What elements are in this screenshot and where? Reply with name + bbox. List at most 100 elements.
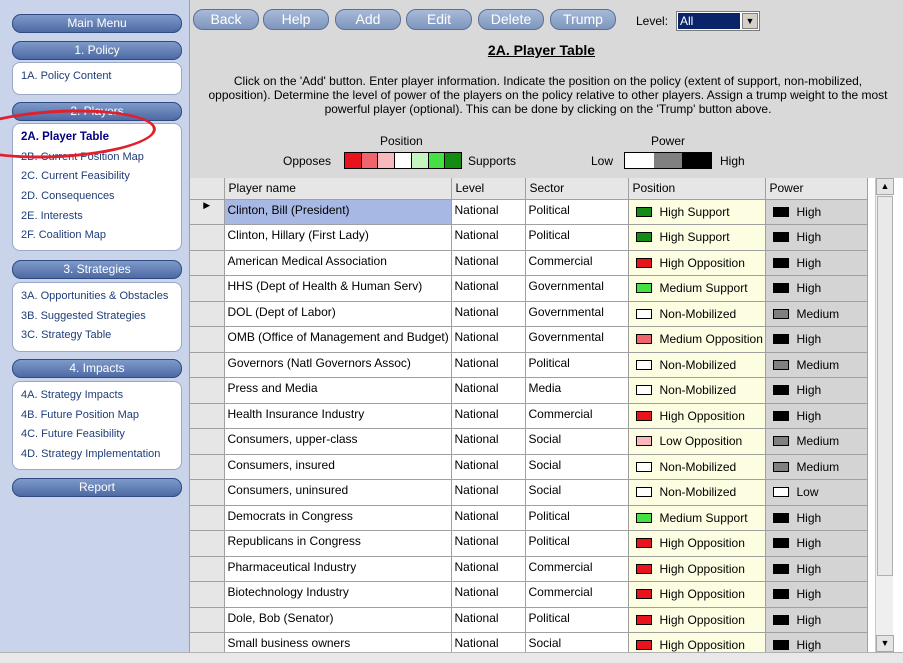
player-name-cell[interactable]: Consumers, upper-class: [224, 428, 452, 455]
sidebar-item-interests[interactable]: 2E. Interests: [21, 207, 181, 227]
edit-button[interactable]: Edit: [406, 9, 472, 30]
sidebar-item-policy-content[interactable]: 1A. Policy Content: [21, 67, 181, 87]
add-button[interactable]: Add: [335, 9, 401, 30]
level-cell[interactable]: National: [451, 581, 526, 608]
level-cell[interactable]: National: [451, 479, 526, 506]
position-cell[interactable]: Medium Support: [628, 505, 766, 531]
sidebar-item-strategy-table[interactable]: 3C. Strategy Table: [21, 326, 181, 346]
sidebar-item-opportunities-obstacles[interactable]: 3A. Opportunities & Obstacles: [21, 287, 181, 307]
row-selector[interactable]: [190, 403, 225, 429]
player-name-cell[interactable]: Republicans in Congress: [224, 530, 452, 557]
position-cell[interactable]: High Opposition: [628, 403, 766, 429]
level-cell[interactable]: National: [451, 199, 526, 225]
level-cell[interactable]: National: [451, 454, 526, 480]
row-selector[interactable]: [190, 556, 225, 582]
sector-cell[interactable]: Commercial: [525, 403, 629, 429]
power-cell[interactable]: High: [765, 632, 868, 652]
vertical-scrollbar[interactable]: ▲ ▼: [875, 178, 894, 652]
sidebar-item-current-position-map[interactable]: 2B. Current Position Map: [21, 148, 181, 168]
power-cell[interactable]: High: [765, 607, 868, 633]
position-cell[interactable]: Non-Mobilized: [628, 377, 766, 404]
power-cell[interactable]: High: [765, 581, 868, 608]
sidebar-item-consequences[interactable]: 2D. Consequences: [21, 187, 181, 207]
player-name-cell[interactable]: Consumers, insured: [224, 454, 452, 480]
player-name-cell[interactable]: Health Insurance Industry: [224, 403, 452, 429]
section-strategies-header[interactable]: 3. Strategies: [12, 260, 182, 279]
sidebar-item-suggested-strategies[interactable]: 3B. Suggested Strategies: [21, 307, 181, 327]
position-cell[interactable]: High Support: [628, 199, 766, 225]
table-row[interactable]: OMB (Office of Management and Budget) Nat…: [190, 326, 868, 353]
row-selector[interactable]: [190, 607, 225, 633]
table-row[interactable]: Republicans in Congress National Political…: [190, 530, 868, 557]
table-row[interactable]: ▶ Clinton, Bill (President) National Politi…: [190, 199, 868, 225]
player-name-cell[interactable]: OMB (Office of Management and Budget): [224, 326, 452, 353]
position-cell[interactable]: Non-Mobilized: [628, 352, 766, 378]
sidebar-item-current-feasibility[interactable]: 2C. Current Feasibility: [21, 167, 181, 187]
scroll-up-arrow-icon[interactable]: ▲: [876, 178, 894, 195]
position-cell[interactable]: High Opposition: [628, 250, 766, 276]
row-selector[interactable]: [190, 632, 225, 652]
column-header-player-name[interactable]: Player name: [224, 178, 452, 200]
row-selector[interactable]: [190, 505, 225, 531]
sector-cell[interactable]: Commercial: [525, 250, 629, 276]
scrollbar-thumb[interactable]: [877, 196, 893, 576]
position-cell[interactable]: High Support: [628, 224, 766, 251]
player-name-cell[interactable]: Small business owners: [224, 632, 452, 652]
table-row[interactable]: Consumers, uninsured National Social Non-Mo…: [190, 479, 868, 506]
position-cell[interactable]: Non-Mobilized: [628, 301, 766, 327]
position-cell[interactable]: High Opposition: [628, 556, 766, 582]
table-row[interactable]: Small business owners National Social High …: [190, 632, 868, 652]
player-name-cell[interactable]: Consumers, uninsured: [224, 479, 452, 506]
position-cell[interactable]: Medium Opposition: [628, 326, 766, 353]
power-cell[interactable]: High: [765, 326, 868, 353]
back-button[interactable]: Back: [193, 9, 259, 30]
table-row[interactable]: Dole, Bob (Senator) National Political High…: [190, 607, 868, 633]
power-cell[interactable]: High: [765, 403, 868, 429]
table-row[interactable]: Press and Media National Media Non-Mobilize…: [190, 377, 868, 404]
row-selector[interactable]: [190, 352, 225, 378]
power-cell[interactable]: High: [765, 556, 868, 582]
row-selector[interactable]: ▶: [190, 199, 225, 225]
power-cell[interactable]: High: [765, 530, 868, 557]
position-cell[interactable]: High Opposition: [628, 530, 766, 557]
column-header-power[interactable]: Power: [765, 178, 868, 200]
sector-cell[interactable]: Commercial: [525, 556, 629, 582]
level-cell[interactable]: National: [451, 403, 526, 429]
row-selector[interactable]: [190, 454, 225, 480]
level-cell[interactable]: National: [451, 607, 526, 633]
level-cell[interactable]: National: [451, 326, 526, 353]
sector-cell[interactable]: Media: [525, 377, 629, 404]
level-cell[interactable]: National: [451, 352, 526, 378]
sector-cell[interactable]: Social: [525, 454, 629, 480]
row-selector[interactable]: [190, 428, 225, 455]
power-cell[interactable]: High: [765, 199, 868, 225]
sector-cell[interactable]: Political: [525, 224, 629, 251]
player-name-cell[interactable]: Dole, Bob (Senator): [224, 607, 452, 633]
table-row[interactable]: Clinton, Hillary (First Lady) National Pol…: [190, 224, 868, 251]
player-name-cell[interactable]: American Medical Association: [224, 250, 452, 276]
table-row[interactable]: Health Insurance Industry National Commerc…: [190, 403, 868, 429]
row-selector[interactable]: [190, 275, 225, 302]
power-cell[interactable]: High: [765, 505, 868, 531]
help-button[interactable]: Help: [263, 9, 329, 30]
player-name-cell[interactable]: Democrats in Congress: [224, 505, 452, 531]
player-name-cell[interactable]: Clinton, Hillary (First Lady): [224, 224, 452, 251]
player-name-cell[interactable]: Clinton, Bill (President): [224, 199, 452, 225]
sidebar-item-coalition-map[interactable]: 2F. Coalition Map: [21, 226, 181, 246]
position-cell[interactable]: High Opposition: [628, 632, 766, 652]
player-name-cell[interactable]: HHS (Dept of Health & Human Serv): [224, 275, 452, 302]
row-selector[interactable]: [190, 326, 225, 353]
power-cell[interactable]: High: [765, 377, 868, 404]
level-cell[interactable]: National: [451, 530, 526, 557]
player-name-cell[interactable]: Pharmaceutical Industry: [224, 556, 452, 582]
column-header-sector[interactable]: Sector: [525, 178, 629, 200]
power-cell[interactable]: High: [765, 275, 868, 302]
power-cell[interactable]: Medium: [765, 301, 868, 327]
sidebar-item-future-feasibility[interactable]: 4C. Future Feasibility: [21, 425, 181, 445]
sector-cell[interactable]: Governmental: [525, 301, 629, 327]
section-players-header[interactable]: 2. Players: [12, 102, 182, 121]
delete-button[interactable]: Delete: [478, 9, 544, 30]
sector-cell[interactable]: Political: [525, 505, 629, 531]
player-name-cell[interactable]: Biotechnology Industry: [224, 581, 452, 608]
sector-cell[interactable]: Political: [525, 352, 629, 378]
